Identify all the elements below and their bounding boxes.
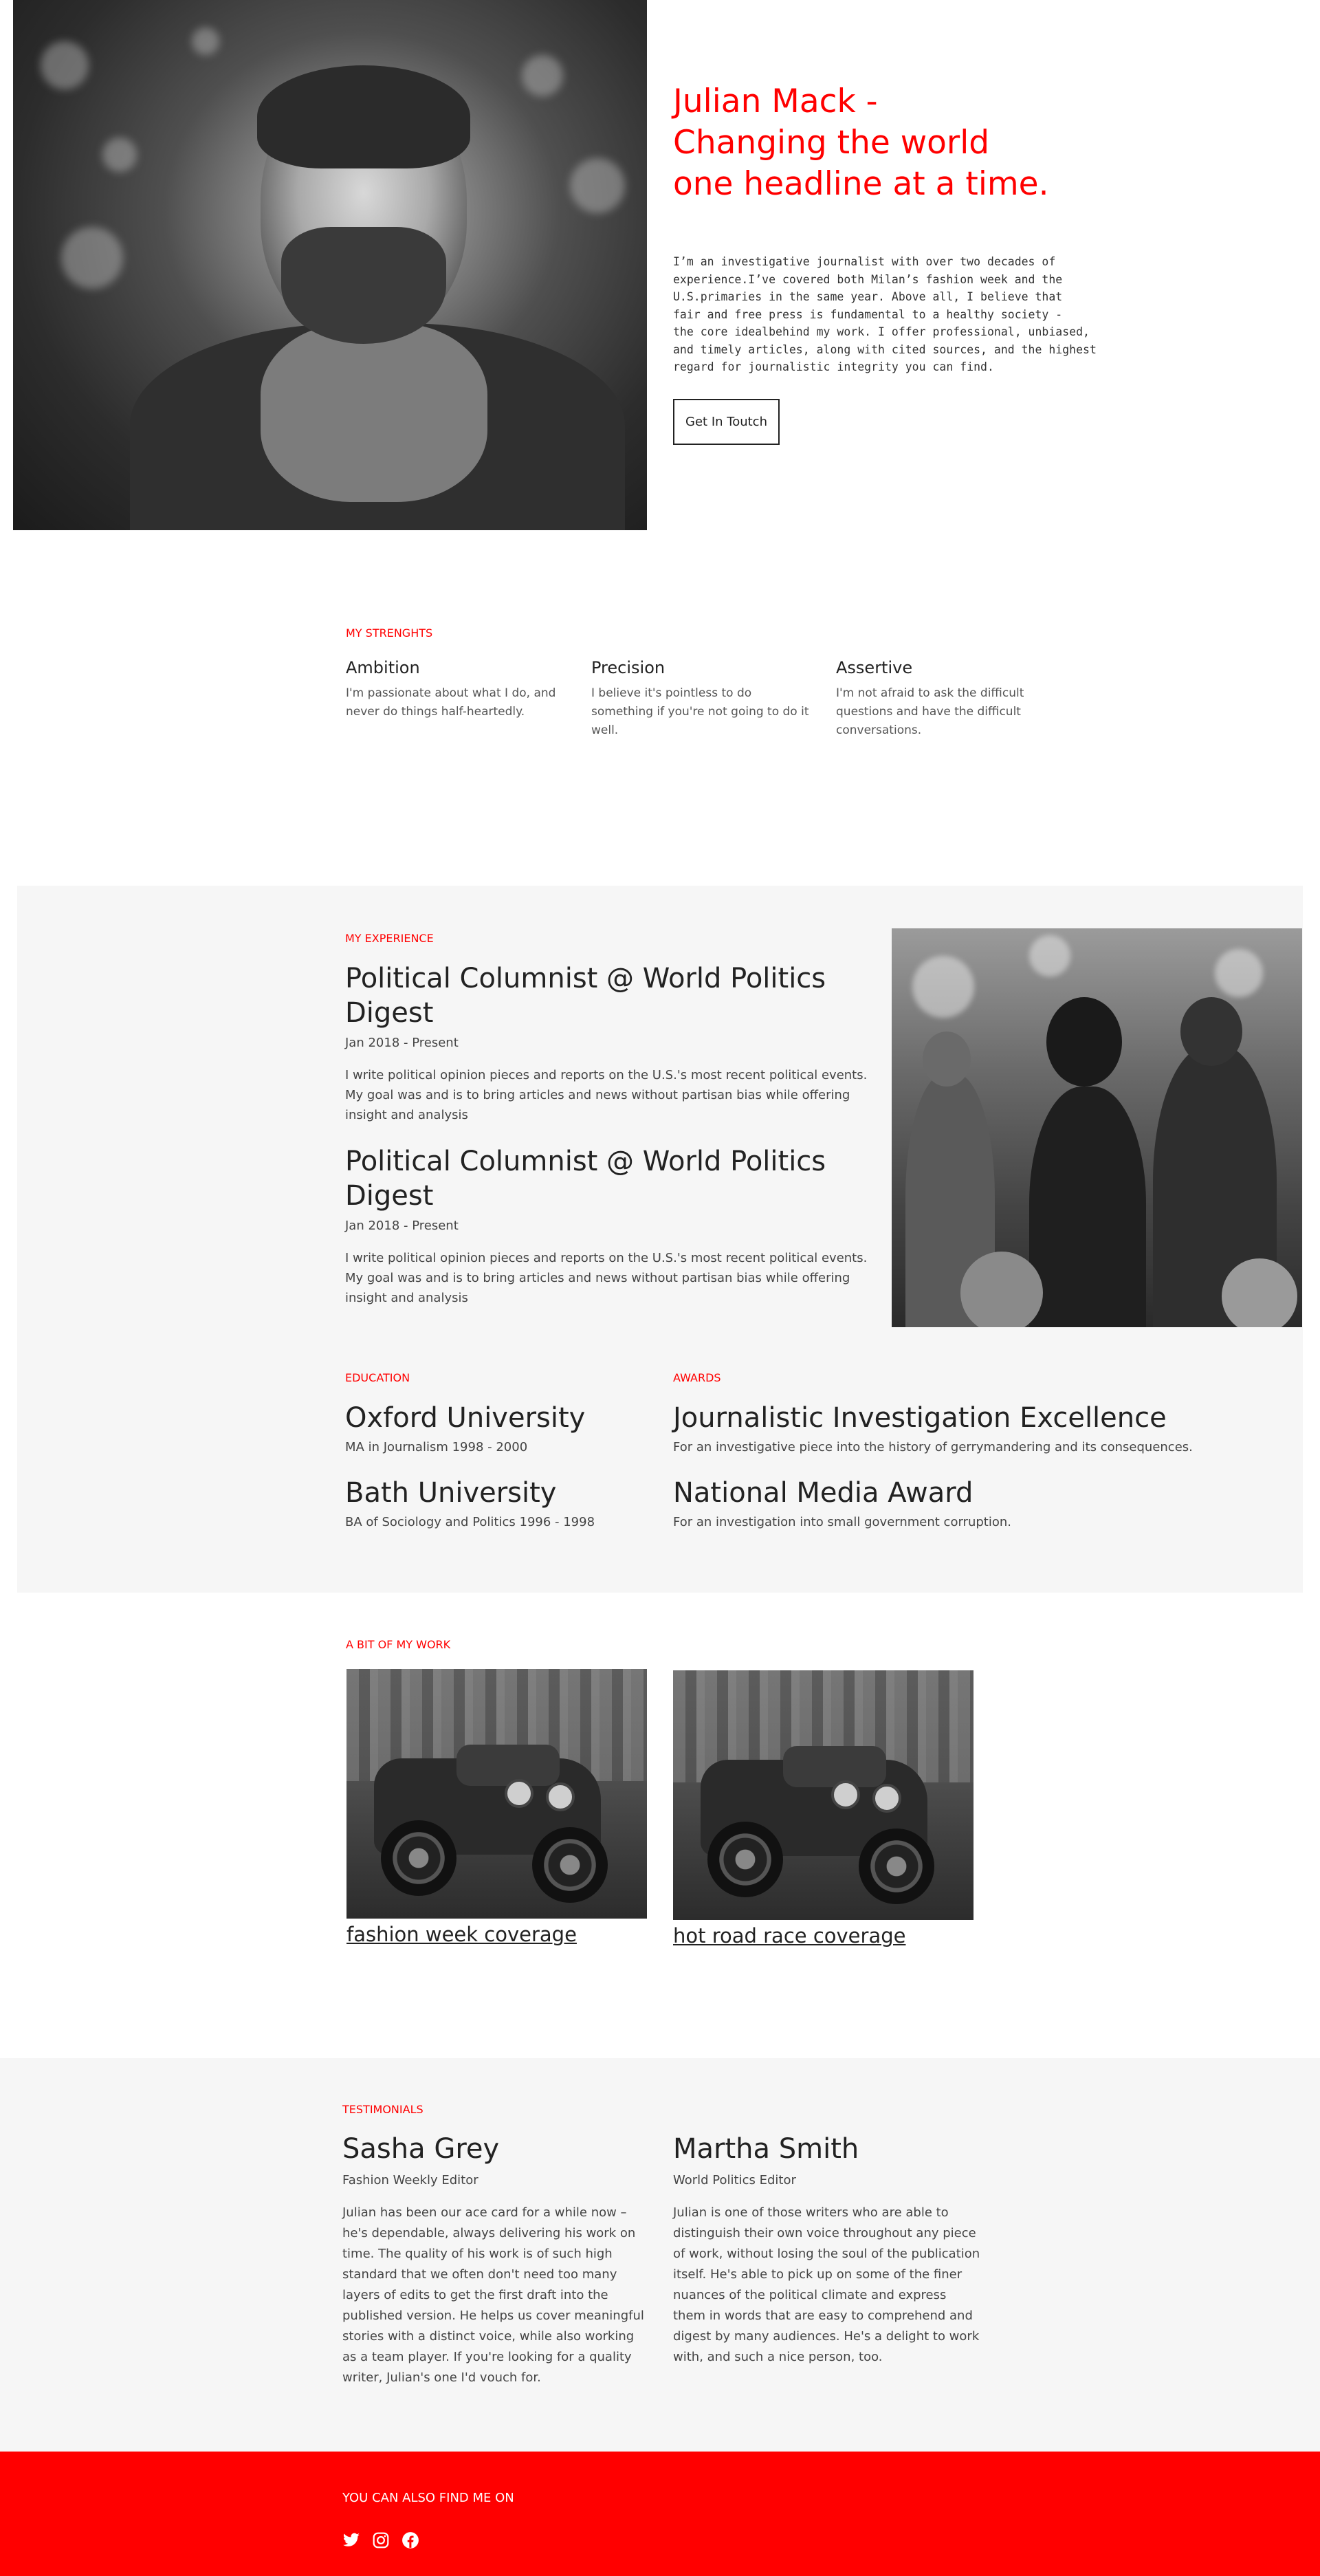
get-in-touch-button[interactable]: Get In Toutch bbox=[673, 399, 780, 445]
work-thumbnail-fashion-week[interactable] bbox=[346, 1669, 647, 1919]
experience-item: Political Columnist @ World Politics Dig… bbox=[345, 961, 868, 1125]
hero-bio-line: and timely articles, along with cited so… bbox=[673, 342, 1097, 356]
strength-card: Assertive I'm not afraid to ask the diff… bbox=[836, 658, 1042, 740]
award-item: Journalistic Investigation Excellence Fo… bbox=[673, 1401, 1264, 1454]
strength-card: Precision I believe it's pointless to do… bbox=[591, 658, 815, 740]
footer: YOU CAN ALSO FIND ME ON bbox=[0, 2452, 1320, 2576]
award-detail: For an investigative piece into the hist… bbox=[673, 1440, 1193, 1454]
education-detail: BA of Sociology and Politics 1996 - 1998 bbox=[345, 1515, 595, 1529]
experience-title: Political Columnist @ World Politics Dig… bbox=[345, 963, 826, 1029]
strength-desc: I'm not afraid to ask the difficult ques… bbox=[836, 686, 1024, 737]
education-item: Oxford University MA in Journalism 1998 … bbox=[345, 1401, 641, 1454]
work-link-fashion-week[interactable]: fashion week coverage bbox=[346, 1923, 577, 1946]
protest-photo bbox=[892, 928, 1302, 1327]
hero-bio-line: experience.I’ve covered both Milan’s fas… bbox=[673, 272, 1063, 286]
experience-section-label: MY EXPERIENCE bbox=[345, 932, 434, 945]
hero-bio-line: the core idealbehind my work. I offer pr… bbox=[673, 325, 1090, 338]
testimonial-role: World Politics Editor bbox=[673, 2173, 796, 2187]
work-section-label: A BIT OF MY WORK bbox=[346, 1638, 451, 1651]
experience-date: Jan 2018 - Present bbox=[345, 1219, 459, 1233]
award-title: National Media Award bbox=[673, 1477, 974, 1509]
award-detail: For an investigation into small governme… bbox=[673, 1515, 1011, 1529]
testimonial-name: Sasha Grey bbox=[342, 2133, 500, 2165]
work-link-road-race[interactable]: hot road race coverage bbox=[673, 1924, 905, 1947]
hero-headline-line1: Julian Mack - bbox=[673, 83, 878, 120]
strength-desc: I believe it's pointless to do something… bbox=[591, 686, 809, 737]
experience-title: Political Columnist @ World Politics Dig… bbox=[345, 1146, 826, 1212]
hero-bio-line: U.S.primaries in the same year. Above al… bbox=[673, 290, 1063, 303]
twitter-icon[interactable] bbox=[342, 2531, 360, 2549]
testimonial-quote: Julian has been our ace card for a while… bbox=[342, 2205, 644, 2385]
awards-section-label: AWARDS bbox=[673, 1371, 721, 1384]
testimonials-section bbox=[0, 2058, 1320, 2452]
hero-headline-line2: Changing the world bbox=[673, 124, 990, 162]
education-title: Bath University bbox=[345, 1477, 557, 1509]
strength-title: Assertive bbox=[836, 658, 913, 677]
hero-bio-line: I’m an investigative journalist with ove… bbox=[673, 255, 1056, 268]
hero-bio-line: fair and free press is fundamental to a … bbox=[673, 307, 1063, 321]
education-section-label: EDUCATION bbox=[345, 1371, 410, 1384]
hero-portrait-photo bbox=[13, 0, 647, 530]
experience-desc: I write political opinion pieces and rep… bbox=[345, 1251, 868, 1305]
testimonial-card: Martha Smith World Politics Editor Julia… bbox=[673, 2133, 982, 2368]
experience-desc: I write political opinion pieces and rep… bbox=[345, 1068, 868, 1122]
testimonial-card: Sasha Grey Fashion Weekly Editor Julian … bbox=[342, 2133, 648, 2388]
hero-headline-line3: one headline at a time. bbox=[673, 165, 1049, 203]
strength-title: Ambition bbox=[346, 658, 420, 677]
award-item: National Media Award For an investigatio… bbox=[673, 1476, 1264, 1529]
testimonial-quote: Julian is one of those writers who are a… bbox=[673, 2205, 980, 2364]
strength-desc: I'm passionate about what I do, and neve… bbox=[346, 686, 556, 719]
footer-social-label: YOU CAN ALSO FIND ME ON bbox=[342, 2491, 514, 2505]
education-detail: MA in Journalism 1998 - 2000 bbox=[345, 1440, 528, 1454]
instagram-icon[interactable] bbox=[372, 2531, 390, 2549]
strengths-section-label: MY STRENGHTS bbox=[346, 626, 433, 640]
experience-date: Jan 2018 - Present bbox=[345, 1036, 459, 1050]
testimonial-role: Fashion Weekly Editor bbox=[342, 2173, 478, 2187]
hero-bio-line: regard for journalistic integrity you ca… bbox=[673, 360, 994, 373]
experience-item: Political Columnist @ World Politics Dig… bbox=[345, 1144, 868, 1308]
hero-bio: I’m an investigative journalist with ove… bbox=[673, 253, 1099, 376]
testimonials-section-label: TESTIMONIALS bbox=[342, 2103, 424, 2116]
testimonial-name: Martha Smith bbox=[673, 2133, 859, 2165]
education-title: Oxford University bbox=[345, 1402, 586, 1434]
hero-headline: Julian Mack - Changing the world one hea… bbox=[673, 81, 1099, 205]
award-title: Journalistic Investigation Excellence bbox=[673, 1402, 1167, 1434]
education-item: Bath University BA of Sociology and Poli… bbox=[345, 1476, 641, 1529]
work-thumbnail-road-race[interactable] bbox=[673, 1670, 974, 1920]
strength-title: Precision bbox=[591, 658, 666, 677]
facebook-icon[interactable] bbox=[402, 2531, 419, 2549]
strength-card: Ambition I'm passionate about what I do,… bbox=[346, 658, 566, 721]
